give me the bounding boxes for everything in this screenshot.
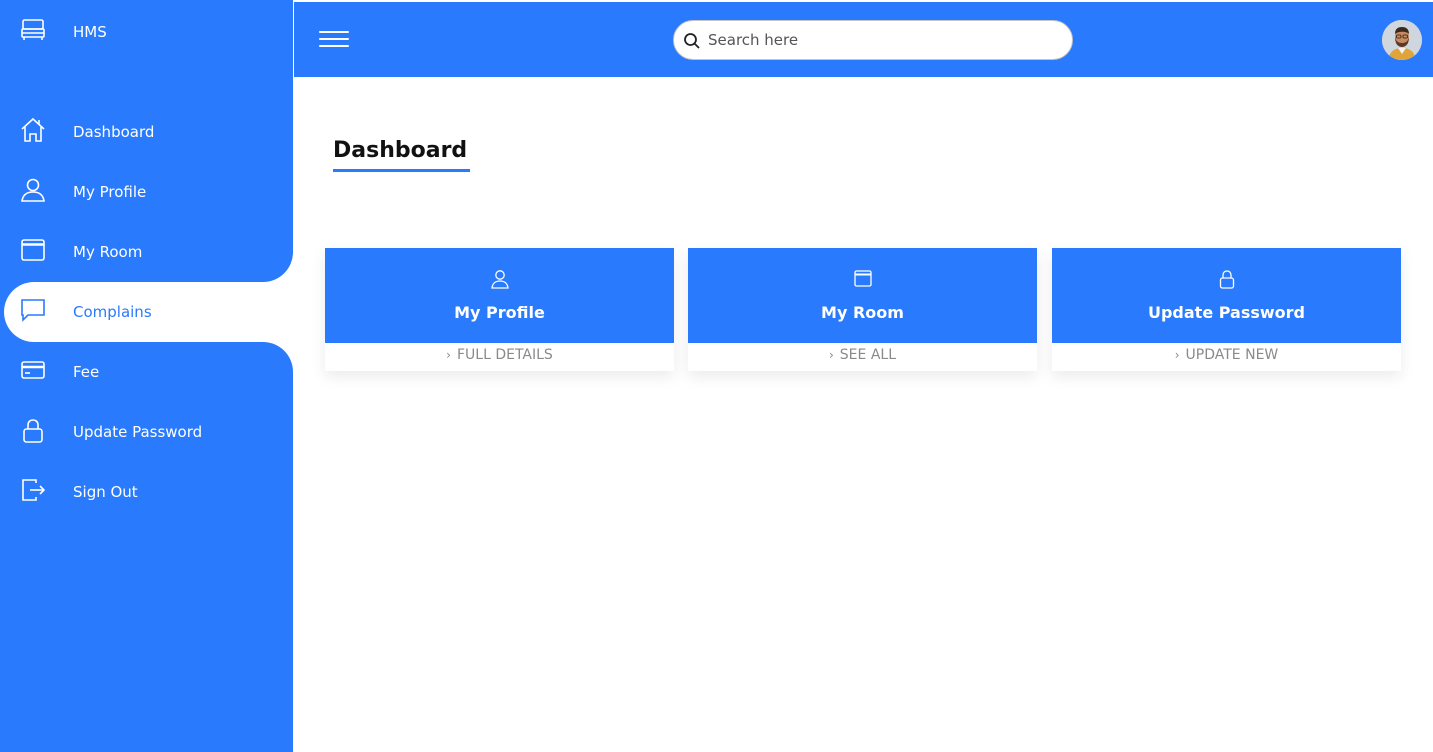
card-title: My Profile xyxy=(454,303,545,322)
sign-out-icon xyxy=(19,476,47,504)
card-title: Update Password xyxy=(1147,303,1306,322)
window-icon xyxy=(19,236,47,264)
lock-icon xyxy=(1219,270,1235,289)
sidebar-item-update-password[interactable]: Update Password xyxy=(0,402,293,462)
sidebar-item-sign-out[interactable]: Sign Out xyxy=(0,462,293,522)
card-link-label: SEE ALL xyxy=(839,347,897,363)
page-title: Dashboard xyxy=(333,138,470,172)
sidebar-item-label: Fee xyxy=(73,363,100,381)
card-my-profile[interactable]: My Profile › FULL DETAILS xyxy=(325,248,674,371)
sidebar-brand[interactable]: HMS xyxy=(0,2,293,62)
credit-card-icon xyxy=(19,356,47,384)
sidebar-item-complains[interactable]: Complains xyxy=(4,282,293,342)
sidebar-item-label: My Profile xyxy=(73,183,147,201)
sidebar-item-fee[interactable]: Fee xyxy=(0,342,293,402)
sidebar-item-label: Sign Out xyxy=(73,483,138,501)
sidebar-item-my-profile[interactable]: My Profile xyxy=(0,162,293,222)
card-header: My Room xyxy=(688,248,1037,343)
search-icon xyxy=(684,33,700,49)
lock-icon xyxy=(19,416,47,444)
sidebar: HMS Dashboard My Profile My Room Complai… xyxy=(0,0,293,752)
card-link-see-all[interactable]: › SEE ALL xyxy=(688,347,1037,363)
window-icon xyxy=(854,270,872,287)
card-header: Update Password xyxy=(1052,248,1401,343)
person-icon xyxy=(19,176,47,204)
chevron-right-icon: › xyxy=(828,348,834,362)
search-input[interactable] xyxy=(708,27,1058,53)
card-link-label: FULL DETAILS xyxy=(456,347,553,363)
card-my-room[interactable]: My Room › SEE ALL xyxy=(688,248,1037,371)
card-link-full-details[interactable]: › FULL DETAILS xyxy=(325,347,674,363)
card-header: My Profile xyxy=(325,248,674,343)
topbar xyxy=(294,2,1433,77)
sidebar-brand-label: HMS xyxy=(73,23,107,41)
menu-toggle-icon[interactable] xyxy=(319,26,349,52)
card-link-update-new[interactable]: › UPDATE NEW xyxy=(1052,347,1401,363)
sidebar-item-label: Complains xyxy=(73,303,152,321)
sidebar-item-label: Update Password xyxy=(73,423,203,441)
sidebar-item-my-room[interactable]: My Room xyxy=(0,222,293,282)
sidebar-item-dashboard[interactable]: Dashboard xyxy=(0,102,293,162)
person-icon xyxy=(491,270,509,289)
card-link-label: UPDATE NEW xyxy=(1185,347,1279,363)
avatar[interactable] xyxy=(1382,20,1422,60)
search-bar[interactable] xyxy=(673,20,1073,60)
bed-icon xyxy=(19,16,47,44)
card-title: My Room xyxy=(821,303,904,322)
chevron-right-icon: › xyxy=(446,348,451,362)
chat-icon xyxy=(19,296,47,324)
home-icon xyxy=(19,116,47,144)
sidebar-item-label: Dashboard xyxy=(73,123,155,141)
card-update-password[interactable]: Update Password › UPDATE NEW xyxy=(1052,248,1401,371)
chevron-right-icon: › xyxy=(1174,348,1180,362)
sidebar-item-label: My Room xyxy=(73,243,143,261)
